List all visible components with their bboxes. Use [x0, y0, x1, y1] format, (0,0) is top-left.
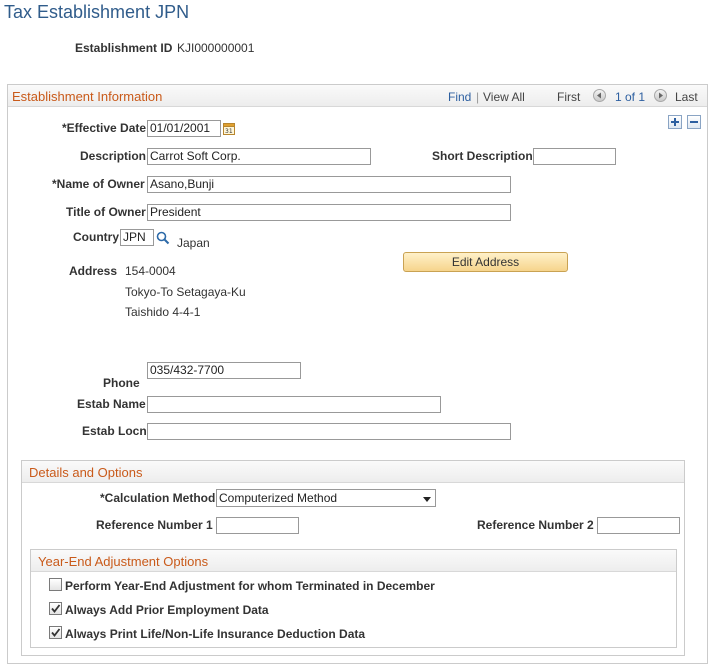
terminated-december-checkbox[interactable]: [49, 578, 62, 591]
svg-text:31: 31: [225, 128, 233, 135]
insurance-deduction-label: Always Print Life/Non-Life Insurance Ded…: [65, 627, 366, 641]
reference-number-1-label: Reference Number 1: [96, 518, 213, 532]
insurance-deduction-checkbox[interactable]: [49, 626, 62, 639]
triangle-down-icon: [423, 497, 431, 502]
calculation-method-value: Computerized Method: [219, 491, 338, 505]
country-input[interactable]: JPN: [120, 229, 154, 246]
triangle-left-icon: [597, 92, 601, 99]
row-count: 1 of 1: [615, 90, 646, 104]
phone-input[interactable]: 035/432-7700: [147, 362, 301, 379]
check-icon: [51, 604, 61, 613]
owner-title-input[interactable]: President: [147, 204, 511, 221]
terminated-december-label: Perform Year-End Adjustment for whom Ter…: [65, 579, 435, 593]
description-label: Description: [80, 149, 147, 163]
short-description-label: Short Description: [432, 149, 533, 163]
triangle-right-icon: [659, 92, 663, 99]
year-end-options-title: Year-End Adjustment Options: [38, 554, 209, 569]
establishment-information-header: Establishment Information Find | View Al…: [8, 85, 707, 107]
minus-icon: [690, 121, 698, 123]
prior-employment-checkbox[interactable]: [49, 602, 62, 615]
estab-locn-label: Estab Locn: [82, 424, 147, 438]
establishment-id-value: KJI000000001: [177, 41, 255, 55]
calendar-button[interactable]: 31: [223, 122, 235, 135]
estab-name-input[interactable]: [147, 396, 441, 413]
establishment-information-title: Establishment Information: [12, 89, 163, 104]
reference-number-1-input[interactable]: [216, 517, 299, 534]
address-line-2: Tokyo-To Setagaya-Ku: [125, 285, 246, 299]
owner-title-label: Title of Owner: [66, 205, 146, 219]
add-row-button[interactable]: [668, 115, 682, 129]
country-name: Japan: [177, 236, 210, 250]
calculation-method-select[interactable]: Computerized Method: [216, 489, 436, 507]
year-end-options-header: Year-End Adjustment Options: [31, 550, 676, 572]
check-icon: [51, 628, 61, 637]
first-label: First: [557, 90, 581, 104]
owner-name-input[interactable]: Asano,Bunji: [147, 176, 511, 193]
magnifier-icon: [156, 231, 170, 245]
estab-name-label: Estab Name: [77, 397, 146, 411]
estab-locn-input[interactable]: [147, 423, 511, 440]
effective-date-input[interactable]: 01/01/2001: [147, 120, 221, 137]
delete-row-button[interactable]: [687, 115, 701, 129]
find-link[interactable]: Find: [448, 90, 471, 104]
details-options-header: Details and Options: [22, 461, 684, 483]
view-all-link[interactable]: View All: [483, 90, 525, 104]
previous-row-button[interactable]: [593, 89, 606, 102]
description-input[interactable]: Carrot Soft Corp.: [147, 148, 371, 165]
address-line-3: Taishido 4-4-1: [125, 305, 201, 319]
last-label: Last: [675, 90, 698, 104]
page-title: Tax Establishment JPN: [4, 2, 190, 22]
prior-employment-label: Always Add Prior Employment Data: [65, 603, 269, 617]
short-description-input[interactable]: [533, 148, 616, 165]
owner-name-label: *Name of Owner: [52, 177, 145, 191]
establishment-id-label: Establishment ID: [75, 41, 173, 55]
plus-icon: [671, 118, 679, 126]
edit-address-button[interactable]: Edit Address: [403, 252, 568, 272]
nav-separator: |: [476, 90, 480, 104]
country-lookup-button[interactable]: [156, 231, 170, 245]
calculation-method-label: *Calculation Method: [100, 491, 216, 505]
details-options-title: Details and Options: [29, 465, 143, 480]
reference-number-2-input[interactable]: [597, 517, 680, 534]
calendar-icon: 31: [223, 123, 235, 135]
address-label: Address: [69, 264, 118, 278]
effective-date-label: *Effective Date: [62, 121, 147, 135]
next-row-button[interactable]: [654, 89, 667, 102]
country-label: Country: [73, 230, 119, 244]
address-line-1: 154-0004: [125, 264, 176, 278]
reference-number-2-label: Reference Number 2: [477, 518, 594, 532]
phone-label: Phone: [103, 376, 140, 390]
